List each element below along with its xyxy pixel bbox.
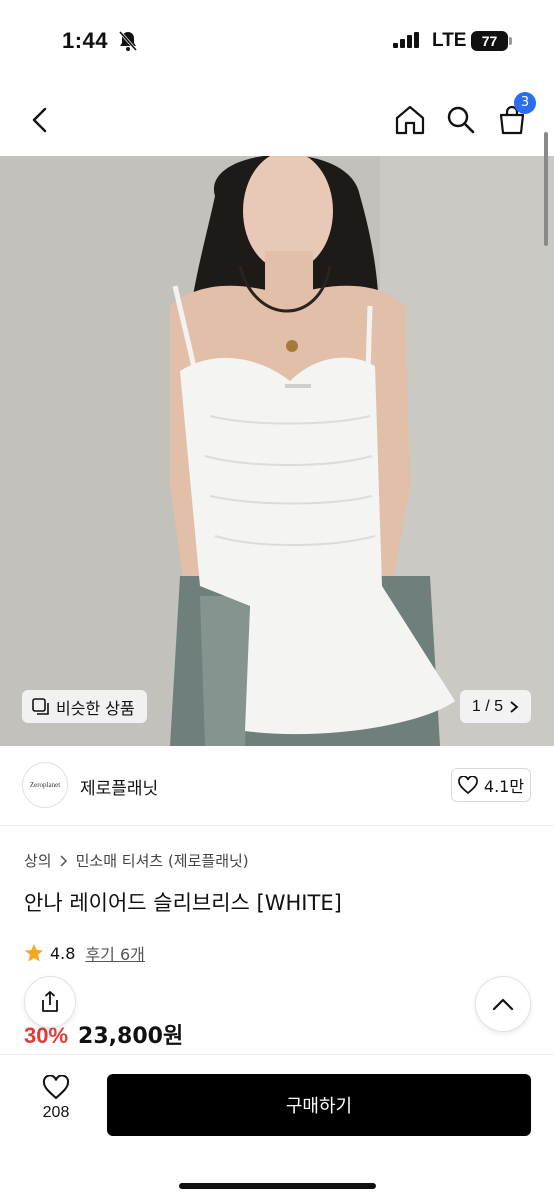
product-photo [0, 156, 554, 746]
buy-button[interactable]: 구매하기 [107, 1074, 531, 1136]
home-icon [395, 105, 425, 135]
product-title: 안나 레이어드 슬리브리스 [WHITE] [24, 891, 342, 915]
rating-value: 4.8 [50, 943, 76, 963]
breadcrumb-subcategory[interactable]: 민소매 티셔츠 (제로플래닛) [76, 850, 249, 871]
chevron-right-icon [60, 854, 67, 867]
image-counter-text: 1 / 5 [471, 697, 504, 715]
heart-icon [458, 776, 478, 794]
carrier-label: LTE [432, 30, 467, 51]
home-button[interactable] [390, 100, 430, 140]
heart-icon [42, 1075, 70, 1100]
image-counter[interactable]: 1 / 5 [460, 690, 531, 723]
status-time: 1:44 [62, 28, 109, 53]
brand-logo-text: Zeroplanet [29, 781, 61, 789]
battery-level: 77 [471, 31, 508, 51]
wishlist-button[interactable]: 208 [24, 1075, 88, 1122]
scroll-indicator [544, 132, 548, 246]
sale-price: 23,800원 [78, 1024, 184, 1049]
home-indicator [179, 1183, 376, 1189]
status-bar: 1:44 LTE 77 [0, 0, 554, 84]
brand-like-count: 4.1만 [483, 777, 525, 796]
share-icon [42, 990, 58, 1012]
scroll-to-top-button[interactable] [475, 976, 531, 1032]
back-icon [32, 107, 47, 133]
review-link[interactable]: 후기 6개 [85, 941, 144, 965]
cart-badge: 3 [514, 92, 536, 114]
wishlist-count: 208 [42, 1104, 70, 1121]
breadcrumb-category[interactable]: 상의 [24, 850, 52, 871]
chevron-right-icon [510, 700, 519, 713]
search-icon [447, 106, 475, 134]
bottom-purchase-bar: 208 구매하기 [0, 1054, 554, 1200]
product-image[interactable] [0, 156, 554, 746]
search-button[interactable] [441, 100, 481, 140]
share-button[interactable] [24, 976, 76, 1028]
similar-products-button[interactable]: 비슷한 상품 [22, 690, 147, 723]
similar-products-label: 비슷한 상품 [56, 698, 135, 718]
brand-row: Zeroplanet 제로플래닛 4.1만 [0, 756, 554, 826]
brand-like-button[interactable]: 4.1만 [451, 768, 531, 802]
back-button[interactable] [20, 100, 60, 140]
star-icon [25, 944, 43, 962]
top-nav: 3 [0, 84, 554, 156]
battery-tip [509, 37, 512, 45]
bell-muted-icon [118, 30, 138, 56]
cart-button[interactable]: 3 [492, 92, 536, 140]
signal-icon [393, 32, 421, 52]
brand-logo[interactable]: Zeroplanet [22, 762, 68, 808]
similar-icon [32, 697, 49, 715]
rating-row: 4.8 후기 6개 [24, 941, 145, 965]
breadcrumb: 상의 민소매 티셔츠 (제로플래닛) [24, 850, 249, 871]
chevron-up-icon [492, 998, 514, 1011]
brand-name[interactable]: 제로플래닛 [80, 774, 158, 799]
